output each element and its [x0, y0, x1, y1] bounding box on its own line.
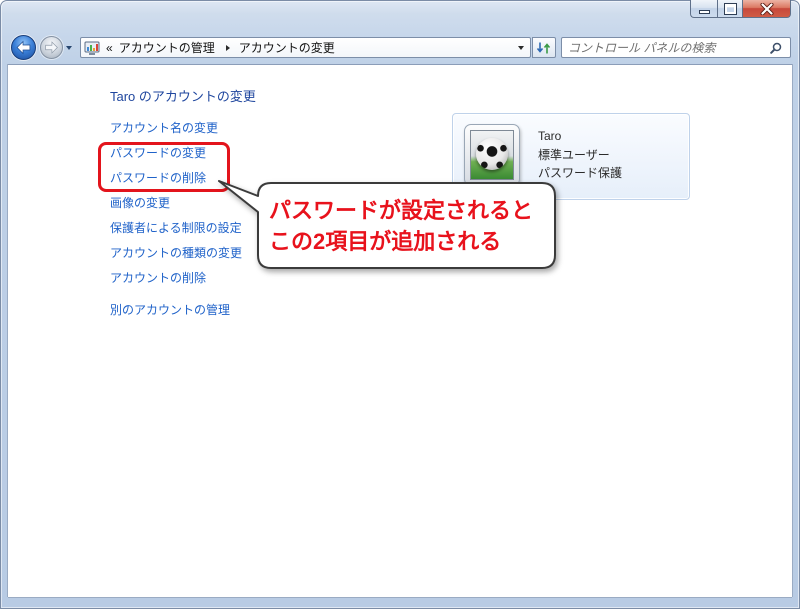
soccer-ball-picture	[470, 130, 514, 180]
search-box[interactable]	[561, 37, 791, 58]
change-account-name-link[interactable]: アカウント名の変更	[110, 121, 218, 135]
recent-pages-button[interactable]	[64, 38, 75, 57]
forward-button[interactable]	[40, 36, 63, 59]
change-picture-link[interactable]: 画像の変更	[110, 196, 170, 210]
chevron-down-icon	[518, 46, 524, 50]
refresh-button[interactable]	[532, 37, 556, 58]
breadcrumb-change-account[interactable]: アカウントの変更	[239, 39, 335, 56]
callout-line: パスワードが設定されると	[269, 198, 534, 223]
back-button[interactable]	[11, 35, 36, 60]
navigation-bar: « アカウントの管理 アカウントの変更	[0, 0, 800, 64]
callout-line: この2項目が追加される	[269, 229, 502, 254]
list-item: アカウント名の変更	[110, 116, 242, 141]
content-pane: Taro のアカウントの変更 アカウント名の変更 パスワードの変更 パスワードの…	[8, 64, 792, 597]
breadcrumb-overflow-button[interactable]: «	[106, 41, 113, 55]
forward-arrow-icon	[45, 41, 58, 54]
explorer-window: « アカウントの管理 アカウントの変更 Taro のアカウントの変更	[0, 0, 800, 609]
chevron-down-icon	[66, 46, 72, 50]
chevron-right-icon[interactable]	[225, 44, 230, 51]
annotation-highlight-box	[98, 142, 230, 192]
breadcrumb-manage-accounts[interactable]: アカウントの管理	[119, 39, 215, 56]
manage-other-account-link[interactable]: 別のアカウントの管理	[110, 301, 230, 319]
search-icon[interactable]	[770, 42, 782, 54]
refresh-icon	[536, 42, 551, 54]
account-details: Taro 標準ユーザー パスワード保護	[538, 127, 622, 183]
delete-account-link[interactable]: アカウントの削除	[110, 271, 206, 285]
page-title: Taro のアカウントの変更	[110, 89, 256, 104]
address-dropdown-button[interactable]	[514, 38, 530, 57]
annotation-callout-text: パスワードが設定されると この2項目が追加される	[269, 195, 557, 257]
soccer-ball-icon	[476, 138, 508, 170]
search-input[interactable]	[562, 38, 768, 57]
account-name: Taro	[538, 129, 562, 143]
control-panel-icon	[84, 41, 100, 55]
address-bar[interactable]: « アカウントの管理 アカウントの変更	[80, 37, 531, 58]
back-arrow-icon	[16, 40, 31, 55]
account-type: 標準ユーザー	[538, 147, 610, 162]
